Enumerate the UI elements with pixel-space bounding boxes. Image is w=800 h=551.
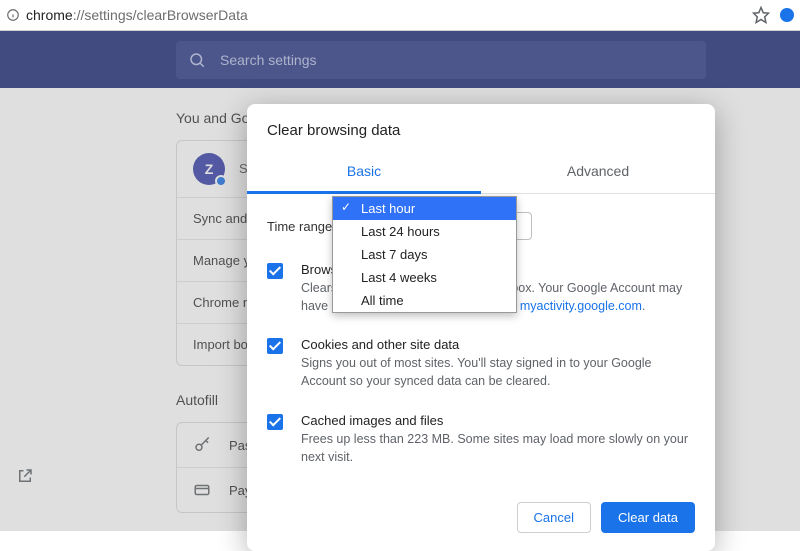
clear-browsing-data-dialog: Clear browsing data Basic Advanced Time … <box>247 104 715 551</box>
item-sub: Signs you out of most sites. You'll stay… <box>301 354 695 390</box>
item-sub: Frees up less than 223 MB. Some sites ma… <box>301 430 695 466</box>
item-cache[interactable]: Cached images and files Frees up less th… <box>267 413 695 466</box>
url-bar[interactable]: chrome ://settings/clearBrowserData <box>0 0 800 31</box>
bookmark-star-icon[interactable] <box>752 6 770 24</box>
item-heading: Cookies and other site data <box>301 337 695 352</box>
dropdown-option[interactable]: All time <box>333 289 516 312</box>
time-range-dropdown: Last hour Last 24 hours Last 7 days Last… <box>332 196 517 313</box>
dropdown-option[interactable]: Last hour <box>333 197 516 220</box>
dialog-title: Clear browsing data <box>247 104 715 153</box>
cancel-button[interactable]: Cancel <box>517 502 591 533</box>
info-icon <box>6 8 20 22</box>
dialog-tabs: Basic Advanced <box>247 153 715 194</box>
checkbox-browsing-history[interactable] <box>267 263 283 279</box>
item-cookies[interactable]: Cookies and other site data Signs you ou… <box>267 337 695 390</box>
tab-basic[interactable]: Basic <box>247 153 481 194</box>
item-heading: Cached images and files <box>301 413 695 428</box>
profile-avatar-icon[interactable] <box>780 8 794 22</box>
clear-data-button[interactable]: Clear data <box>601 502 695 533</box>
dropdown-option[interactable]: Last 4 weeks <box>333 266 516 289</box>
checkbox-cookies[interactable] <box>267 338 283 354</box>
url-path: ://settings/clearBrowserData <box>73 7 248 23</box>
time-range-label: Time range <box>267 219 332 234</box>
url-protocol: chrome <box>26 7 73 23</box>
dropdown-option[interactable]: Last 7 days <box>333 243 516 266</box>
dropdown-option[interactable]: Last 24 hours <box>333 220 516 243</box>
myactivity-link[interactable]: myactivity.google.com <box>520 299 642 313</box>
tab-advanced[interactable]: Advanced <box>481 153 715 193</box>
checkbox-cache[interactable] <box>267 414 283 430</box>
